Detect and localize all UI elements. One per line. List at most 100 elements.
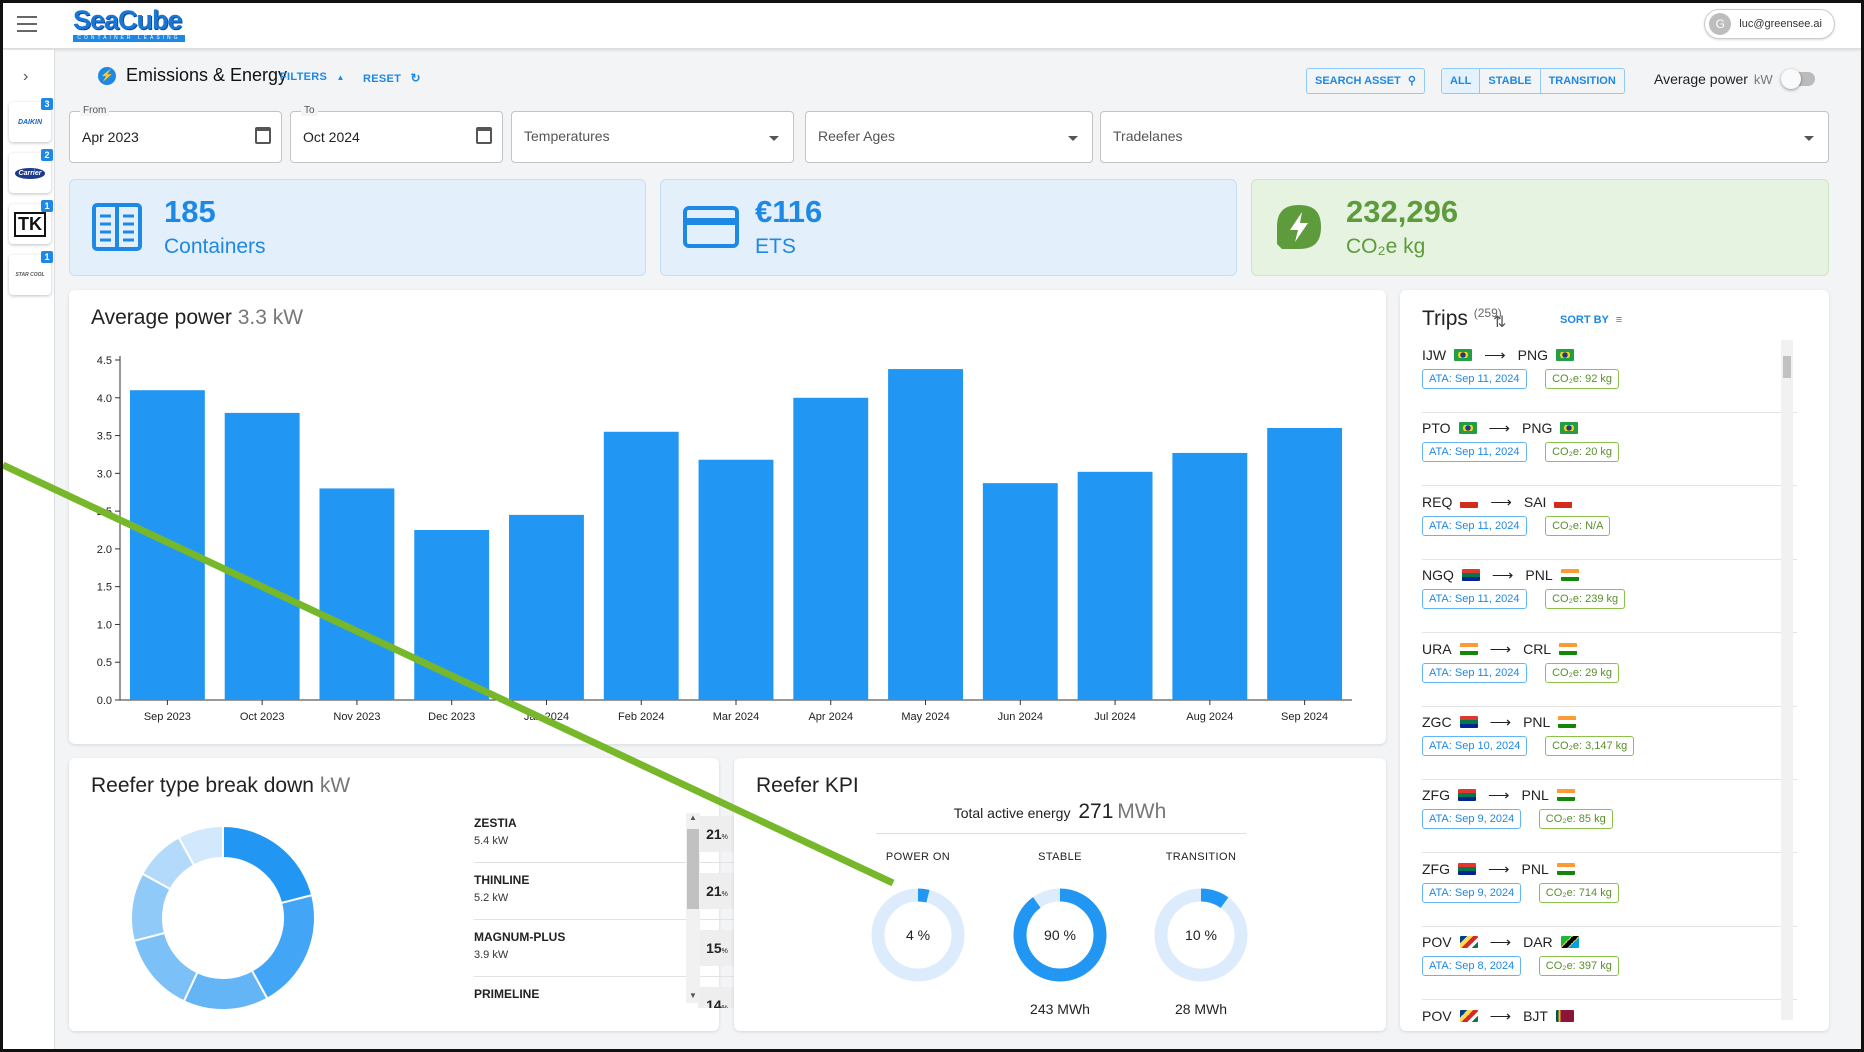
bar[interactable] — [509, 514, 584, 700]
reefer-type-power: 5.4 kW — [474, 835, 509, 847]
trip-item[interactable]: REQ ⟶ SAI ATA: Sep 11, 2024 CO₂e: N/A — [1422, 487, 1797, 560]
user-menu[interactable]: G luc@greensee.ai — [1704, 9, 1835, 39]
trip-item[interactable]: PTO ⟶ PNG ATA: Sep 11, 2024 CO₂e: 20 kg — [1422, 413, 1797, 487]
reset-button[interactable]: RESET ↻ — [363, 71, 421, 85]
ata-tag: ATA: Sep 9, 2024 — [1422, 882, 1522, 903]
bar[interactable] — [414, 530, 490, 700]
arrow-right-icon: ⟶ — [1488, 787, 1510, 805]
brand-daikin[interactable]: DAIKIN 3 — [9, 98, 53, 142]
share-unit: % — [721, 891, 728, 898]
brand-carrier[interactable]: Carrier 2 — [9, 149, 53, 193]
segment-transition[interactable]: TRANSITION — [1541, 69, 1624, 93]
bar[interactable] — [319, 488, 395, 700]
from-value: Apr 2023 — [82, 129, 139, 145]
trip-item[interactable]: POV ⟶ BJT — [1422, 1001, 1797, 1049]
y-tick-label: 1.0 — [97, 619, 112, 631]
containers-icon — [92, 203, 142, 251]
trip-item[interactable]: ZFG ⟶ PNL ATA: Sep 9, 2024 CO₂e: 85 kg — [1422, 780, 1797, 854]
calendar-icon[interactable] — [255, 127, 271, 144]
ata-tag: ATA: Sep 9, 2024 — [1422, 809, 1522, 830]
from-date-field[interactable]: From Apr 2023 — [69, 105, 282, 163]
page-title: ⚡ Emissions & Energy — [98, 65, 287, 86]
origin-flag-icon — [1459, 936, 1478, 949]
reefer-ages-select[interactable]: Reefer Ages — [805, 111, 1093, 163]
y-tick-label: 4.5 — [97, 355, 112, 367]
origin-flag-icon — [1459, 1009, 1478, 1022]
y-tick-label: 1.5 — [97, 582, 112, 594]
brand-count: 3 — [41, 98, 53, 110]
user-email: luc@greensee.ai — [1739, 18, 1822, 30]
destination-flag-icon — [1560, 936, 1579, 949]
reefer-list-scrollbar[interactable]: ▲ ▼ — [686, 813, 700, 1003]
average-power-panel: Average power 3.3 kW 0.0 0.5 1.0 1.5 2.0 2.5 3… — [69, 290, 1386, 744]
seacube-logo[interactable]: SeaCube CONTAINER LEASING — [73, 7, 189, 42]
trips-title: Trips (259) — [1422, 306, 1502, 331]
bar[interactable] — [129, 390, 205, 700]
ata-tag: ATA: Sep 11, 2024 — [1422, 589, 1527, 610]
bar[interactable] — [793, 397, 869, 700]
reefer-type-power: 3.9 kW — [474, 949, 509, 961]
reefer-type-name: ZESTIA — [474, 816, 517, 830]
brand-thermoking[interactable]: TK 1 — [9, 200, 53, 244]
reefer-list-scrollbar-thumb[interactable] — [687, 829, 699, 909]
share-value: 15 — [706, 940, 722, 956]
destination-flag-icon — [1560, 569, 1579, 582]
bar[interactable] — [982, 483, 1058, 700]
bar[interactable] — [888, 369, 963, 700]
co2-tag: CO₂e: 29 kg — [1545, 662, 1620, 683]
y-tick-label: 0.0 — [97, 695, 112, 707]
scroll-up-icon[interactable]: ▲ — [689, 813, 697, 822]
share-unit: % — [722, 1005, 728, 1008]
destination-flag-icon — [1556, 789, 1575, 802]
sort-by-button[interactable]: SORT BY ≡ — [1560, 314, 1622, 326]
trips-scrollbar-thumb[interactable] — [1783, 356, 1791, 378]
trips-scrollbar[interactable] — [1781, 340, 1793, 1020]
destination-flag-icon — [1560, 422, 1579, 435]
average-power-toggle[interactable]: Average power kW — [1654, 69, 1815, 89]
x-tick-label: Apr 2024 — [808, 711, 853, 723]
kpi-label: ETS — [755, 235, 796, 258]
x-tick-label: Nov 2023 — [333, 711, 380, 723]
kpi-label: CO₂e kg — [1346, 235, 1426, 258]
destination-port: PNG — [1517, 347, 1548, 363]
search-asset-button[interactable]: SEARCH ASSET ⚲ — [1306, 68, 1425, 94]
trip-item[interactable]: NGQ ⟶ PNL ATA: Sep 11, 2024 CO₂e: 239 kg — [1422, 560, 1797, 634]
temperatures-select[interactable]: Temperatures — [511, 111, 794, 163]
total-active-energy: Total active energy 271 MWh — [734, 800, 1386, 824]
swap-vertical-icon[interactable]: ⇅ — [1493, 312, 1506, 332]
tradelanes-select[interactable]: Tradelanes — [1100, 111, 1829, 163]
menu-icon[interactable] — [17, 16, 37, 32]
filters-button[interactable]: FILTERS ▲ — [280, 71, 345, 83]
trip-item[interactable]: URA ⟶ CRL ATA: Sep 11, 2024 CO₂e: 29 kg — [1422, 634, 1797, 707]
origin-flag-icon — [1458, 422, 1477, 435]
trip-item[interactable]: IJW ⟶ PNG ATA: Sep 11, 2024 CO₂e: 92 kg — [1422, 340, 1797, 413]
calendar-icon[interactable] — [476, 127, 492, 144]
destination-flag-icon — [1555, 349, 1574, 361]
bar[interactable] — [1267, 428, 1343, 700]
segment-all[interactable]: ALL — [1442, 69, 1481, 93]
toggle-switch[interactable] — [1780, 69, 1815, 89]
segment-stable[interactable]: STABLE — [1480, 69, 1541, 93]
trips-title-text: Trips — [1422, 307, 1468, 330]
share-value: 14 — [706, 997, 722, 1008]
reefer-type-share: 21% — [698, 816, 736, 852]
to-date-field[interactable]: To Oct 2024 — [290, 105, 503, 163]
bar[interactable] — [224, 412, 300, 700]
trip-item[interactable]: ZFG ⟶ PNL ATA: Sep 9, 2024 CO₂e: 714 kg — [1422, 854, 1797, 927]
brand-starcool[interactable]: STAR COOL 1 — [9, 251, 53, 295]
total-active-energy-unit: MWh — [1117, 800, 1167, 823]
scroll-down-icon[interactable]: ▼ — [689, 991, 697, 1000]
chevron-right-icon[interactable]: › — [23, 68, 28, 86]
trip-item[interactable]: ZGC ⟶ PNL ATA: Sep 10, 2024 CO₂e: 3,147 kg — [1422, 707, 1797, 780]
arrow-right-icon: ⟶ — [1488, 420, 1511, 438]
y-tick-label: 3.5 — [97, 431, 112, 443]
bolt-icon: ⚡ — [98, 66, 116, 85]
trip-item[interactable]: POV ⟶ DAR ATA: Sep 8, 2024 CO₂e: 397 kg — [1422, 927, 1797, 1001]
bar[interactable] — [1172, 452, 1248, 700]
co2-tag: CO₂e: 85 kg — [1538, 809, 1613, 830]
bar[interactable] — [698, 459, 774, 700]
bar[interactable] — [603, 431, 679, 700]
bar[interactable] — [1077, 471, 1153, 700]
y-tick-label: 2.0 — [97, 544, 112, 556]
arrow-right-icon: ⟶ — [1489, 714, 1512, 731]
